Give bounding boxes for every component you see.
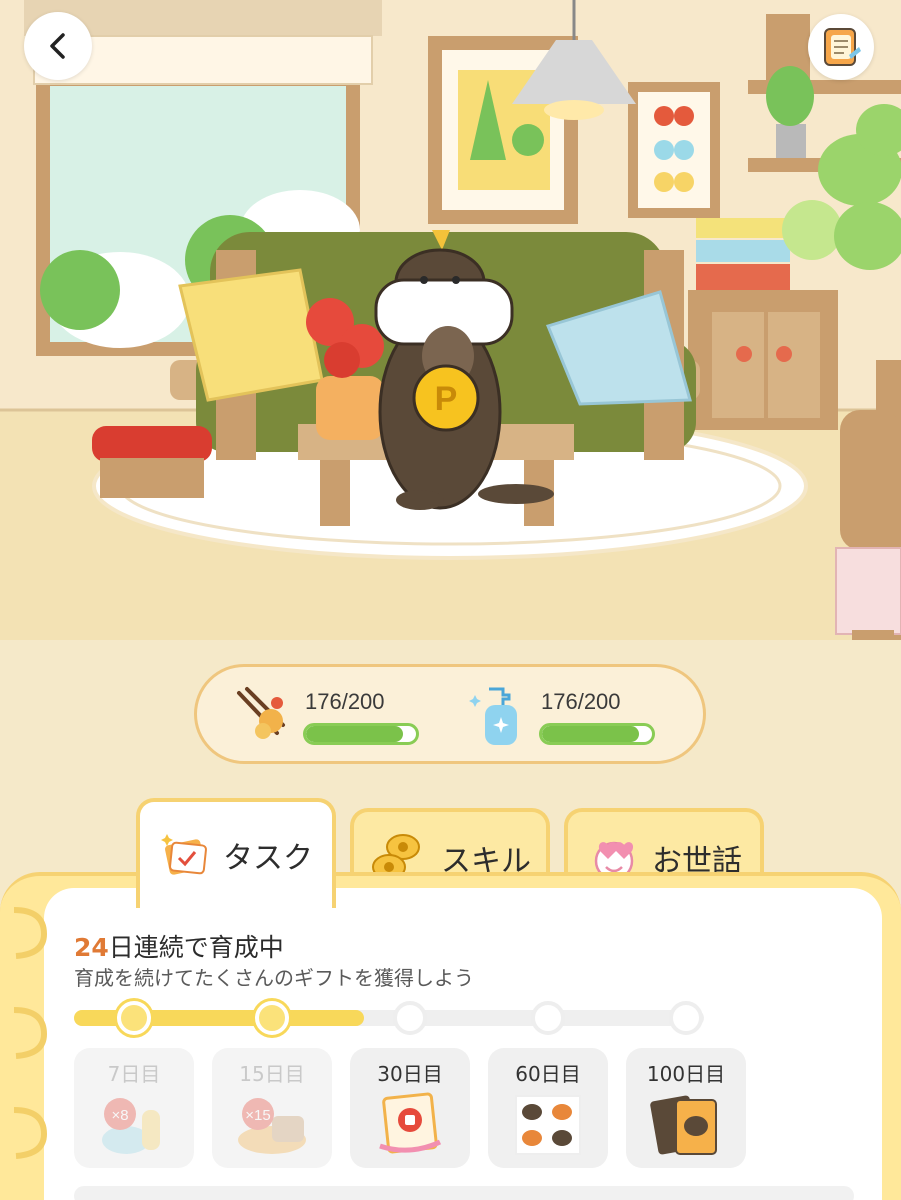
otter-cards-icon (650, 1095, 717, 1155)
flower-bowl-icon: ×8 (102, 1098, 160, 1154)
reward-day-label: 60日目 (515, 1062, 581, 1086)
milestone-node (255, 1001, 289, 1035)
flower-bread-icon: ×15 (238, 1098, 306, 1154)
svg-text:P: P (435, 380, 458, 418)
binder-rings (13, 907, 48, 1159)
room-scene: P (0, 0, 901, 640)
streak-count: 24 (74, 933, 109, 962)
task-cards-icon (161, 834, 207, 875)
reward-day-100[interactable]: 100日目 (626, 1048, 746, 1168)
reward-badge: ×8 (111, 1107, 128, 1124)
milestone-node (531, 1001, 565, 1035)
reward-day-7[interactable]: 7日目 ×8 (74, 1048, 194, 1168)
reward-day-15[interactable]: 15日目 ×15 (212, 1048, 332, 1168)
soap-bottle-icon (469, 687, 517, 745)
reward-day-label: 15日目 (239, 1062, 305, 1086)
reward-badge: ×15 (245, 1107, 270, 1124)
otter-stickers-icon (515, 1095, 581, 1155)
reward-day-label: 7日目 (107, 1062, 161, 1086)
notebook-button[interactable] (808, 14, 874, 80)
tab-task-label: タスク (223, 841, 313, 876)
milestone-node (669, 1001, 703, 1035)
streak-subtitle: 育成を続けてたくさんのギフトを獲得しよう (74, 966, 474, 990)
fried-food-chopsticks-icon (237, 687, 285, 739)
reward-day-label: 100日目 (646, 1062, 726, 1086)
reward-day-60[interactable]: 60日目 (488, 1048, 608, 1168)
streak-text: 日連続で育成中 (108, 933, 284, 962)
back-button[interactable] (24, 12, 92, 80)
milestone-node (393, 1001, 427, 1035)
milestone-node (117, 1001, 151, 1035)
reward-day-label: 30日目 (377, 1062, 443, 1086)
notebook-icon (824, 28, 861, 66)
food-value: 176/200 (305, 689, 385, 714)
streak-title: 24日連続で育成中 (74, 928, 284, 964)
next-section-placeholder (74, 1186, 854, 1200)
butterfly-picture (628, 82, 720, 218)
food-bar (303, 723, 419, 745)
thumbs-up-scroll-icon (379, 1092, 442, 1154)
chevron-left-icon (50, 33, 65, 59)
reward-day-30[interactable]: 30日目 (350, 1048, 470, 1168)
clean-bar (539, 723, 655, 745)
clean-value: 176/200 (541, 689, 621, 714)
tab-task[interactable]: タスク (136, 798, 336, 908)
status-panel: 176/200 176/200 (194, 664, 706, 764)
